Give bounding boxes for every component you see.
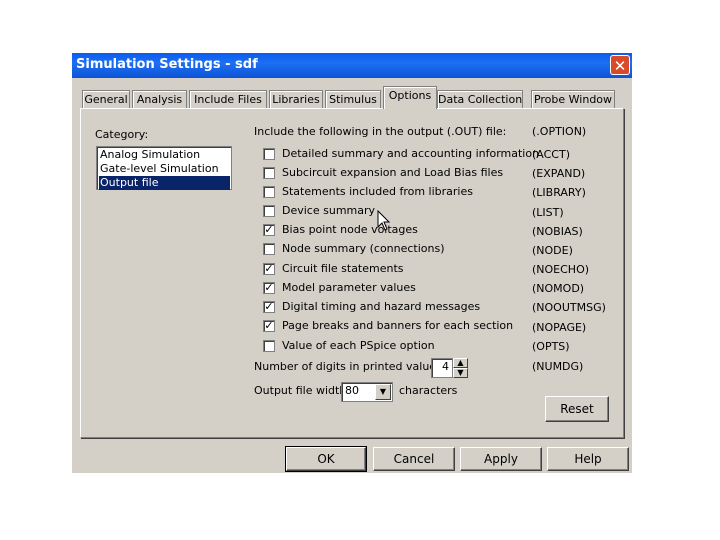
option-code-nobias: (NOBIAS) [532,225,583,238]
checkbox-nooutmsg[interactable]: ✓ [263,301,275,313]
option-code-acct: (ACCT) [532,148,570,161]
digits-code: (NUMDG) [532,360,584,373]
option-label-nooutmsg: Digital timing and hazard messages [282,300,481,313]
checkbox-noecho[interactable]: ✓ [263,263,275,275]
width-select[interactable]: 80 ▼ [341,382,393,402]
checkbox-expand[interactable] [263,167,275,179]
category-item-gate-level[interactable]: Gate-level Simulation [99,162,230,176]
digits-spinner[interactable]: ▲ ▼ [453,358,468,378]
tab-general[interactable]: General [82,90,130,109]
simulation-settings-dialog: Simulation Settings - sdf ✕ General Anal… [72,53,632,473]
spin-up-icon[interactable]: ▲ [453,358,468,368]
apply-button[interactable]: Apply [460,447,542,471]
option-code-node: (NODE) [532,244,573,257]
option-label-nobias: Bias point node voltages [282,223,418,236]
tab-probe-window[interactable]: Probe Window [531,90,615,109]
chevron-down-icon[interactable]: ▼ [375,384,391,400]
option-code-expand: (EXPAND) [532,167,586,180]
window-title: Simulation Settings - sdf [76,57,258,72]
tab-libraries[interactable]: Libraries [269,90,323,109]
checkbox-node[interactable] [263,243,275,255]
tab-analysis[interactable]: Analysis [132,90,187,109]
option-label-noecho: Circuit file statements [282,262,404,275]
checkbox-list[interactable] [263,205,275,217]
ok-button[interactable]: OK [285,446,367,472]
category-label: Category: [95,128,149,141]
tab-include-files[interactable]: Include Files [189,90,267,109]
option-code-noecho: (NOECHO) [532,263,590,276]
option-label-nopage: Page breaks and banners for each section [282,319,514,332]
option-label-library: Statements included from libraries [282,185,473,198]
tab-data-collection[interactable]: Data Collection [437,90,523,109]
spin-down-icon[interactable]: ▼ [453,368,468,378]
cancel-button[interactable]: Cancel [373,447,455,471]
option-label-expand: Subcircuit expansion and Load Bias files [282,166,504,179]
tab-stimulus[interactable]: Stimulus [325,90,381,109]
option-code-nooutmsg: (NOOUTMSG) [532,301,606,314]
width-value: 80 [345,384,359,397]
output-header: Include the following in the output (.OU… [254,125,507,138]
option-code-library: (LIBRARY) [532,186,586,199]
tab-options[interactable]: Options [383,86,437,109]
digits-input[interactable]: 4 [431,358,453,378]
checkbox-nobias[interactable]: ✓ [263,224,275,236]
option-header: (.OPTION) [532,125,587,138]
category-item-output-file[interactable]: Output file [99,176,230,190]
option-label-opts: Value of each PSpice option [282,339,435,352]
option-label-node: Node summary (connections) [282,242,445,255]
option-label-nomod: Model parameter values [282,281,416,294]
checkbox-library[interactable] [263,186,275,198]
digits-label: Number of digits in printed values: [254,360,446,373]
checkbox-opts[interactable] [263,340,275,352]
option-code-nomod: (NOMOD) [532,282,585,295]
reset-button[interactable]: Reset [545,396,609,422]
mouse-pointer-icon [377,210,391,231]
option-code-list: (LIST) [532,206,564,219]
width-suffix: characters [399,384,458,397]
help-button[interactable]: Help [547,447,629,471]
option-label-list: Device summary [282,204,376,217]
category-listbox[interactable]: Analog Simulation Gate-level Simulation … [96,146,232,190]
width-label: Output file width: [254,384,350,397]
title-bar[interactable]: Simulation Settings - sdf ✕ [72,53,632,78]
option-code-opts: (OPTS) [532,340,570,353]
checkbox-acct[interactable] [263,148,275,160]
close-icon[interactable]: ✕ [610,55,630,75]
option-code-nopage: (NOPAGE) [532,321,587,334]
checkbox-nomod[interactable]: ✓ [263,282,275,294]
option-label-acct: Detailed summary and accounting informat… [282,147,540,160]
category-item-analog[interactable]: Analog Simulation [99,148,230,162]
checkbox-nopage[interactable]: ✓ [263,320,275,332]
